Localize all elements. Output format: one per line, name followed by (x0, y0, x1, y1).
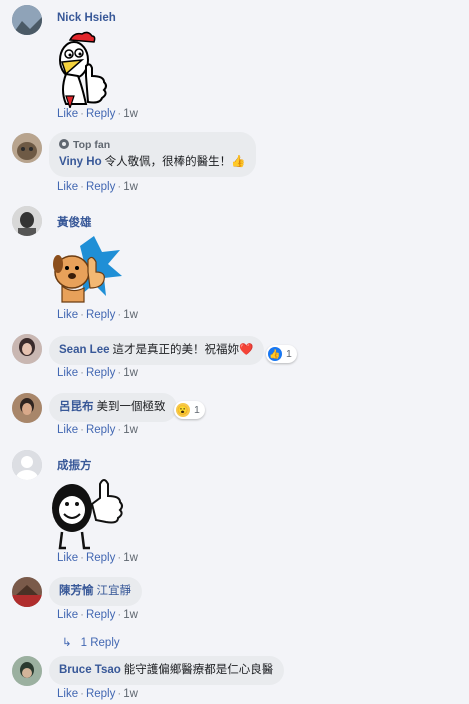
separator: · (117, 309, 122, 321)
comment-text: 美到一個極致 (96, 401, 166, 413)
reply-link[interactable]: Reply (86, 181, 115, 193)
comment-text: 這才是真正的美！祝福妳❤️ (112, 344, 254, 356)
timestamp[interactable]: 1w (123, 609, 138, 621)
wow-reaction-icon: 😮 (176, 403, 190, 417)
comment-actions: Like · Reply · 1w (57, 309, 138, 321)
comment-bubble: 呂昆布 美到一個極致 (49, 393, 177, 422)
commenter-name[interactable]: 成振方 (57, 457, 92, 473)
reaction-badge[interactable]: 😮 1 (174, 401, 205, 419)
avatar[interactable] (12, 206, 42, 236)
comment-actions: Like · Reply · 1w (57, 181, 138, 193)
dog-thumbs-up-sticker (50, 232, 124, 309)
reply-arrow-icon: ↳ (62, 637, 72, 649)
commenter-name[interactable]: 呂昆布 (59, 401, 94, 413)
commenter-name[interactable]: Sean Lee (59, 344, 110, 356)
view-replies-link[interactable]: ↳ 1 Reply (62, 635, 120, 649)
commenter-name[interactable]: Nick Hsieh (57, 12, 116, 24)
separator: · (117, 367, 122, 379)
reply-link[interactable]: Reply (86, 609, 115, 621)
separator: · (80, 108, 84, 120)
commenter-name[interactable]: Bruce Tsao (59, 664, 121, 676)
comment-actions: Like · Reply · 1w (57, 367, 138, 379)
separator: · (117, 424, 122, 436)
commenter-name[interactable]: Viny Ho (59, 156, 102, 168)
separator: · (80, 309, 84, 321)
comment-bubble: Bruce Tsao 能守護偏鄉醫療都是仁心良醫 (49, 656, 285, 685)
top-fan-badge: Top fan (59, 138, 245, 153)
avatar[interactable] (12, 334, 42, 364)
separator: · (80, 552, 84, 564)
commenter-name[interactable]: 黃俊雄 (57, 214, 92, 230)
reply-link[interactable]: Reply (86, 367, 115, 379)
like-reaction-icon: 👍 (268, 347, 282, 361)
separator: · (80, 609, 84, 621)
replies-count: 1 Reply (80, 637, 120, 649)
top-fan-label: Top fan (73, 139, 111, 151)
separator: · (80, 181, 84, 193)
top-fan-icon (59, 139, 69, 149)
like-link[interactable]: Like (57, 688, 78, 700)
separator: · (117, 609, 122, 621)
blob-thumbs-up-sticker (48, 474, 124, 555)
avatar[interactable] (12, 450, 42, 480)
like-link[interactable]: Like (57, 367, 78, 379)
like-link[interactable]: Like (57, 609, 78, 621)
comment-actions: Like · Reply · 1w (57, 609, 138, 621)
reply-link[interactable]: Reply (86, 309, 115, 321)
separator: · (117, 181, 122, 193)
reaction-badge[interactable]: 👍 1 (266, 345, 297, 363)
comment-bubble: Sean Lee 這才是真正的美！祝福妳❤️ (49, 336, 265, 365)
separator: · (117, 108, 122, 120)
timestamp[interactable]: 1w (123, 108, 138, 120)
reaction-count: 1 (286, 348, 292, 360)
like-link[interactable]: Like (57, 181, 78, 193)
timestamp[interactable]: 1w (123, 309, 138, 321)
separator: · (117, 688, 122, 700)
comment-bubble: 陳芳愉 江宜靜 (49, 577, 142, 606)
like-link[interactable]: Like (57, 309, 78, 321)
separator: · (117, 552, 122, 564)
like-link[interactable]: Like (57, 108, 78, 120)
like-link[interactable]: Like (57, 552, 78, 564)
avatar[interactable] (12, 5, 42, 35)
timestamp[interactable]: 1w (123, 688, 138, 700)
avatar[interactable] (12, 656, 42, 686)
avatar[interactable] (12, 577, 42, 607)
timestamp[interactable]: 1w (123, 367, 138, 379)
separator: · (80, 688, 84, 700)
like-link[interactable]: Like (57, 424, 78, 436)
comment-actions: Like · Reply · 1w (57, 552, 138, 564)
avatar[interactable] (12, 133, 42, 163)
commenter-name[interactable]: 陳芳愉 (59, 585, 94, 597)
comment-text: 能守護偏鄉醫療都是仁心良醫 (123, 664, 274, 676)
comment-actions: Like · Reply · 1w (57, 688, 138, 700)
reply-link[interactable]: Reply (86, 688, 115, 700)
comment-actions: Like · Reply · 1w (57, 424, 138, 436)
comment-text: 令人敬佩，很棒的醫生！👍 (104, 156, 246, 168)
rooster-thumbs-up-sticker (52, 30, 114, 111)
reply-link[interactable]: Reply (86, 424, 115, 436)
separator: · (80, 367, 84, 379)
reply-link[interactable]: Reply (86, 108, 115, 120)
timestamp[interactable]: 1w (123, 552, 138, 564)
reaction-count: 1 (194, 404, 200, 416)
avatar[interactable] (12, 393, 42, 423)
comment-actions: Like · Reply · 1w (57, 108, 138, 120)
separator: · (80, 424, 84, 436)
timestamp[interactable]: 1w (123, 424, 138, 436)
comment-bubble: Top fan Viny Ho 令人敬佩，很棒的醫生！👍 (49, 132, 257, 177)
reply-link[interactable]: Reply (86, 552, 115, 564)
comment-text: 江宜靜 (96, 585, 132, 597)
timestamp[interactable]: 1w (123, 181, 138, 193)
